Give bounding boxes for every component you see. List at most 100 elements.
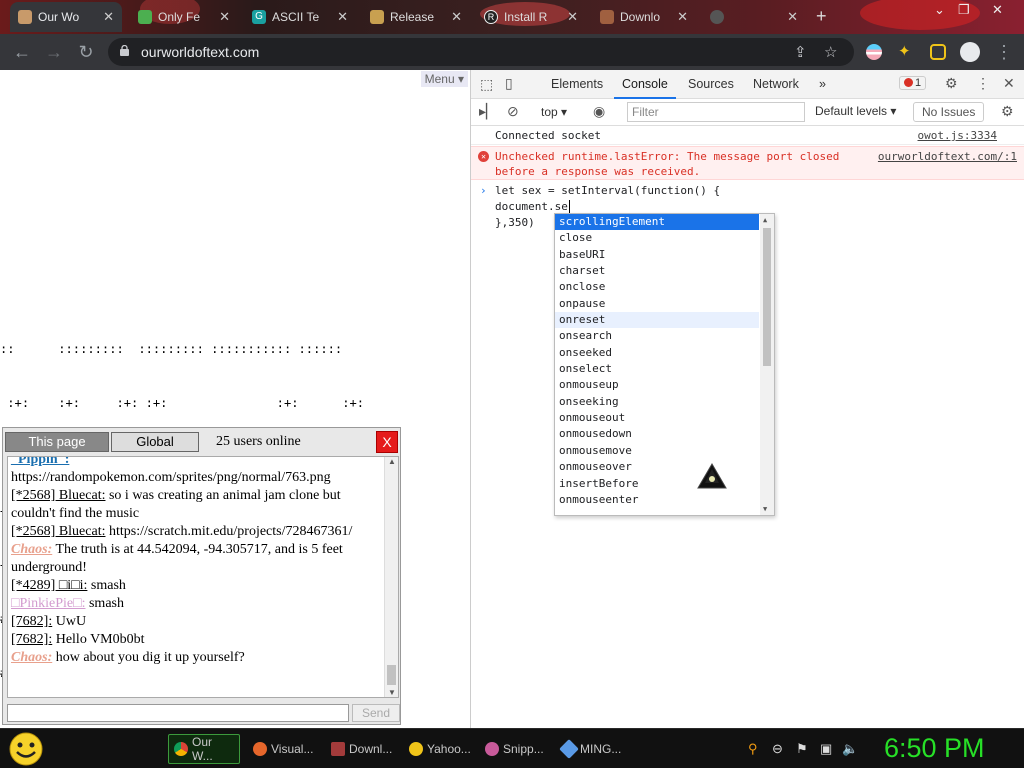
chat-username[interactable]: [7682]: (11, 632, 52, 647)
extensions-puzzle-icon[interactable]: ✦ (898, 44, 914, 60)
close-tab-icon[interactable]: ✕ (103, 9, 114, 25)
sidepanel-icon[interactable] (930, 44, 946, 60)
log-levels-dropdown[interactable]: Default levels ▾ (815, 104, 896, 118)
tab-install[interactable]: R Install R ✕ (476, 2, 586, 32)
scroll-thumb[interactable] (387, 665, 396, 685)
tab-elements[interactable]: Elements (551, 77, 603, 91)
device-toggle-icon[interactable]: ▯ (505, 75, 513, 92)
close-tab-icon[interactable]: ✕ (337, 9, 348, 25)
menu-dots-icon[interactable]: ⋮ (994, 42, 1014, 62)
autocomplete-item[interactable]: baseURI (555, 247, 759, 263)
autocomplete-item[interactable]: close (555, 230, 759, 246)
tab-only-fe[interactable]: Only Fe ✕ (130, 2, 238, 32)
taskbar-item-downloads[interactable]: Downl... (326, 734, 398, 764)
autocomplete-item[interactable]: onclose (555, 279, 759, 295)
autocomplete-item[interactable]: scrollingElement (555, 214, 759, 231)
console-settings-icon[interactable]: ⚙ (1001, 103, 1014, 120)
scroll-down-icon[interactable]: ▼ (388, 688, 396, 697)
autocomplete-item[interactable]: onmousemove (555, 443, 759, 459)
taskbar-item-mingw[interactable]: MING... (557, 734, 629, 764)
tab-download[interactable]: Downlo ✕ (592, 2, 696, 32)
autocomplete-item[interactable]: onmouseover (555, 459, 759, 475)
tab-our-world-of-text[interactable]: Our Wo ✕ (10, 2, 122, 32)
clock[interactable]: 6:50 PM (884, 733, 985, 764)
autocomplete-item[interactable]: onmouseenter (555, 492, 759, 508)
taskbar-item-yahoo[interactable]: Yahoo... (404, 734, 476, 764)
scroll-up-icon[interactable]: ▲ (388, 457, 396, 466)
issues-button[interactable]: No Issues (913, 102, 985, 122)
chat-username[interactable]: [*2568] Bluecat: (11, 524, 105, 539)
error-count-badge[interactable]: 1 (899, 76, 927, 90)
scroll-thumb[interactable] (763, 228, 771, 366)
clear-console-icon[interactable]: ⊘ (507, 103, 519, 120)
chat-scrollbar[interactable]: ▲ ▼ (384, 457, 398, 697)
autocomplete-dropdown[interactable]: scrollingElement close baseURI charset onclo… (554, 213, 775, 516)
flag-icon[interactable]: ⚑ (796, 741, 808, 757)
search-icon[interactable]: ⚲ (748, 741, 758, 757)
close-tab-icon[interactable]: ✕ (451, 9, 462, 25)
autocomplete-item[interactable]: onpause (555, 296, 759, 312)
autocomplete-item[interactable]: onreset (555, 312, 759, 329)
autocomplete-item[interactable]: onselect (555, 361, 759, 377)
close-tab-icon[interactable]: ✕ (567, 9, 578, 25)
chat-username[interactable]: [*2568] Bluecat: (11, 488, 105, 503)
tab-network[interactable]: Network (753, 77, 799, 91)
settings-gear-icon[interactable]: ⚙ (945, 75, 958, 92)
avatar[interactable] (960, 42, 980, 62)
tab-ascii[interactable]: G ASCII Te ✕ (244, 2, 356, 32)
filter-input[interactable]: Filter (627, 102, 805, 122)
autocomplete-item[interactable]: charset (555, 263, 759, 279)
chat-username[interactable]: [*4289] □i□i: (11, 578, 87, 593)
sidebar-toggle-icon[interactable]: ▸▏ (479, 103, 497, 120)
scroll-down-icon[interactable]: ▼ (763, 505, 767, 513)
autocomplete-item[interactable]: insertBefore (555, 476, 759, 492)
scroll-up-icon[interactable]: ▲ (763, 216, 767, 224)
menu-dots-icon[interactable]: ⋮ (976, 75, 990, 92)
chat-username[interactable]: Chaos: (11, 542, 52, 557)
new-tab-button[interactable]: + (816, 6, 827, 27)
dropdown-icon[interactable]: ⌄ (934, 2, 945, 18)
tab-release[interactable]: Release ✕ (362, 2, 470, 32)
close-tab-icon[interactable]: ✕ (219, 9, 230, 25)
error-source-link[interactable]: ourworldoftext.com/:1 (878, 150, 1017, 163)
tab-global[interactable]: Global (111, 432, 199, 452)
inspect-icon[interactable]: ⬚ (480, 76, 493, 93)
close-devtools-icon[interactable]: ✕ (1003, 75, 1015, 92)
tab-github[interactable]: ✕ (702, 2, 806, 32)
close-window-icon[interactable]: ✕ (992, 2, 1003, 18)
taskbar-item-chrome[interactable]: Our W... (168, 734, 240, 764)
autocomplete-item[interactable]: onmousedown (555, 426, 759, 442)
bookmark-star-icon[interactable]: ☆ (824, 43, 837, 61)
autocomplete-item[interactable]: onsearch (555, 328, 759, 344)
menu-button[interactable]: Menu ▾ (420, 71, 468, 87)
share-icon[interactable]: ⇪ (794, 43, 807, 61)
chat-username[interactable]: □PinkiePie□: (11, 596, 85, 611)
autocomplete-item[interactable]: onmouseup (555, 377, 759, 393)
tab-this-page[interactable]: This page (5, 432, 109, 452)
antivirus-icon[interactable]: ⊖ (772, 741, 783, 757)
close-tab-icon[interactable]: ✕ (787, 9, 798, 25)
autocomplete-item[interactable]: onmouseout (555, 410, 759, 426)
context-selector[interactable]: top ▾ (541, 105, 567, 119)
eye-icon[interactable]: ◉ (593, 103, 605, 120)
chat-username[interactable]: _Pippin_: (11, 457, 69, 467)
send-button[interactable]: Send (352, 704, 400, 722)
profile-flag-icon[interactable] (866, 44, 882, 60)
network-icon[interactable]: ▣ (820, 741, 832, 757)
autocomplete-scrollbar[interactable]: ▲ ▼ (760, 214, 774, 515)
tab-console[interactable]: Console (614, 77, 676, 99)
tab-sources[interactable]: Sources (688, 77, 734, 91)
restore-icon[interactable]: ❐ (958, 2, 970, 18)
chat-close-button[interactable]: X (376, 431, 398, 453)
log-source-link[interactable]: owot.js:3334 (918, 129, 997, 142)
chat-input[interactable] (7, 704, 349, 722)
start-smiley-icon[interactable] (6, 731, 46, 767)
address-bar[interactable]: ourworldoftext.com ⇪ ☆ (108, 38, 854, 66)
autocomplete-item[interactable]: onseeking (555, 394, 759, 410)
taskbar-item-firefox[interactable]: Visual... (248, 734, 320, 764)
chat-username[interactable]: Chaos: (11, 650, 52, 665)
reload-icon[interactable]: ↻ (76, 42, 96, 62)
autocomplete-item[interactable]: onseeked (555, 345, 759, 361)
forward-icon[interactable]: → (44, 42, 64, 62)
volume-icon[interactable]: 🔈 (842, 741, 858, 757)
